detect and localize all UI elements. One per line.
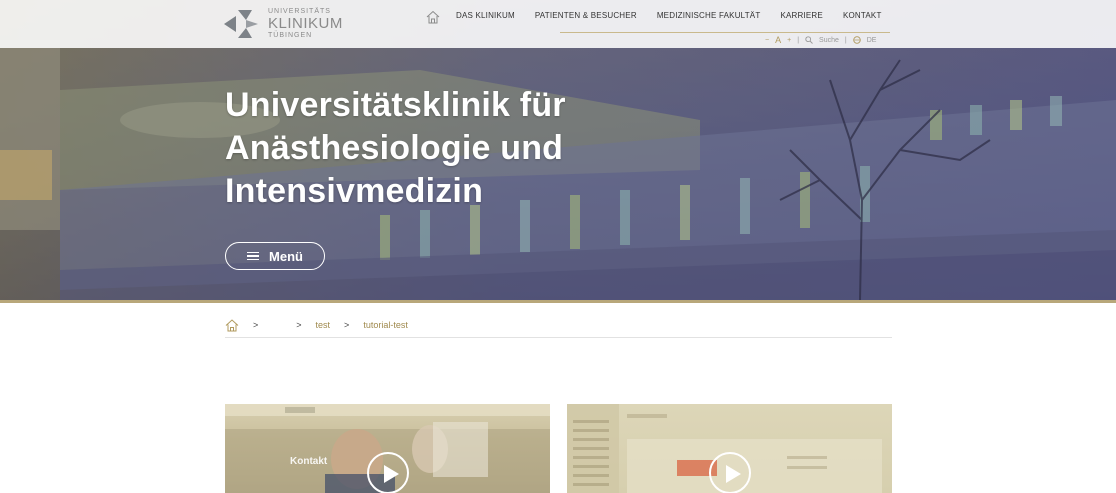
menu-button-label: Menü — [269, 248, 303, 264]
hero-divider — [0, 300, 1116, 303]
logo-mark-icon — [224, 10, 258, 38]
site-logo[interactable]: UNIVERSITÄTS KLINIKUM TÜBINGEN — [222, 6, 342, 42]
play-button[interactable] — [709, 452, 751, 493]
logo-text: UNIVERSITÄTS KLINIKUM TÜBINGEN — [268, 8, 343, 40]
nav-item-medizinische-fakultaet[interactable]: MEDIZINISCHE FAKULTÄT — [657, 11, 761, 24]
menu-button[interactable]: Menü — [225, 242, 325, 270]
utility-divider: | — [844, 36, 847, 44]
font-smaller-button[interactable]: − — [765, 37, 769, 44]
logo-line2: KLINIKUM — [268, 15, 343, 32]
globe-icon[interactable] — [852, 36, 861, 44]
hamburger-icon — [247, 251, 260, 261]
nav-item-das-klinikum[interactable]: DAS KLINIKUM — [456, 11, 515, 24]
play-button[interactable] — [367, 452, 409, 493]
video-card-2[interactable] — [567, 404, 892, 493]
breadcrumb-item-tutorial-test[interactable]: tutorial-test — [363, 320, 408, 330]
search-icon[interactable] — [805, 36, 813, 44]
nav-item-kontakt[interactable]: KONTAKT — [843, 11, 882, 24]
main-navigation: DAS KLINIKUM PATIENTEN & BESUCHER MEDIZI… — [426, 9, 902, 25]
nav-underline — [560, 32, 890, 33]
top-navigation-bar: UNIVERSITÄTS KLINIKUM TÜBINGEN DAS KLINI… — [0, 0, 1116, 48]
utility-bar: − A + | Suche | DE — [765, 35, 876, 45]
nav-item-patienten-besucher[interactable]: PATIENTEN & BESUCHER — [535, 11, 637, 24]
breadcrumb-divider — [225, 337, 892, 338]
nav-item-karriere[interactable]: KARRIERE — [780, 11, 823, 24]
breadcrumb-item-test[interactable]: test — [316, 320, 331, 330]
breadcrumb-home-icon[interactable] — [225, 318, 239, 332]
breadcrumb-separator: > — [253, 320, 259, 330]
breadcrumb-separator: > — [344, 320, 350, 330]
search-link[interactable]: Suche — [819, 37, 839, 44]
home-icon[interactable] — [426, 10, 440, 24]
page-title: Universitätsklinik für Anästhesiologie u… — [225, 86, 566, 210]
utility-divider: | — [797, 36, 800, 44]
language-switch[interactable]: DE — [867, 37, 877, 44]
logo-line3: TÜBINGEN — [268, 32, 313, 39]
breadcrumb: > > test > tutorial-test — [225, 314, 892, 336]
font-size-label: A — [775, 35, 782, 45]
breadcrumb-separator: > — [296, 320, 302, 330]
font-larger-button[interactable]: + — [787, 37, 791, 44]
video-card-1[interactable]: Kontakt — [225, 404, 550, 493]
video-overlay-text: Kontakt — [290, 456, 328, 467]
